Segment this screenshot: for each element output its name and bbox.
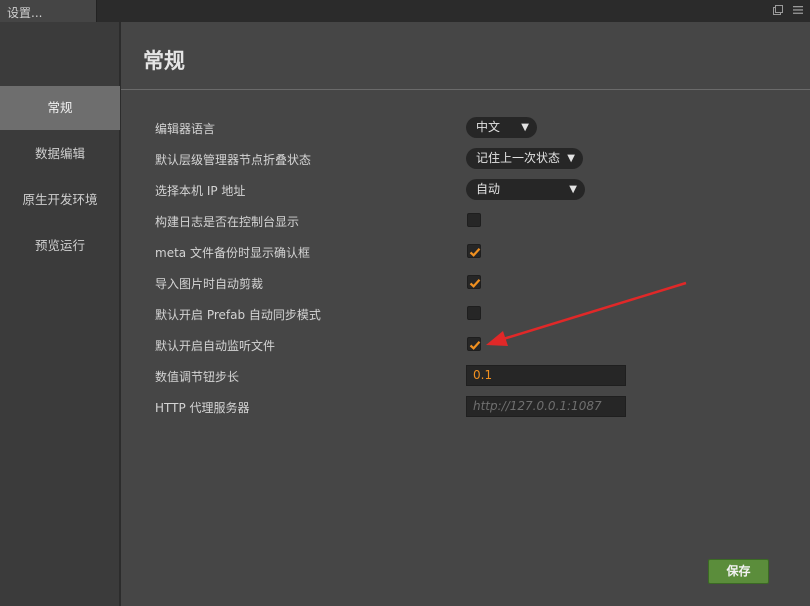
annotation-arrow <box>486 281 687 346</box>
